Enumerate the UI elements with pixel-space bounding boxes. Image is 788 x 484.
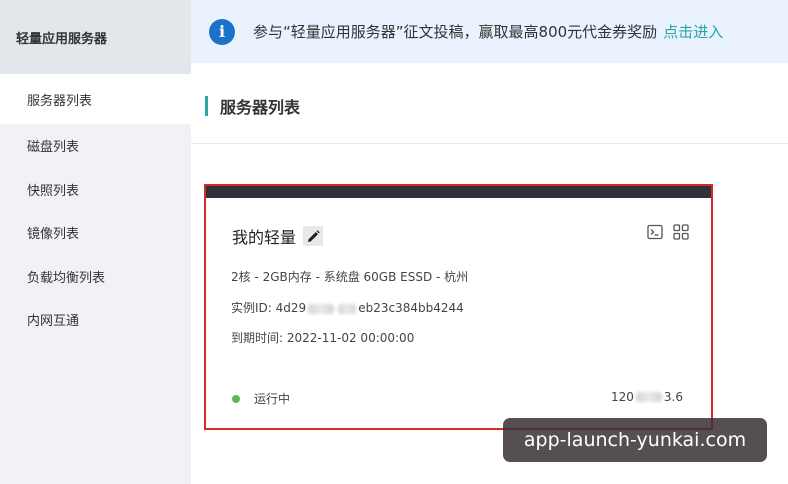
server-name: 我的轻量 [232, 228, 297, 247]
server-card[interactable]: 我的轻量 2核 - 2GB内存 - 系统盘 60GB ESSD - 杭州 实例I… [204, 184, 713, 430]
status-text: 运行中 [254, 392, 291, 406]
redacted-block [338, 303, 357, 314]
sidebar: 轻量应用服务器 服务器列表 磁盘列表 快照列表 镜像列表 负载均衡列表 内网互通 [0, 0, 191, 484]
heading-accent-bar [205, 96, 208, 116]
expire-value: 2022-11-02 00:00:00 [286, 331, 415, 345]
instance-id-suffix: eb23c384bb4244 [358, 301, 464, 315]
instance-id-prefix: 4d29 [275, 301, 307, 315]
notice-link[interactable]: 点击进入 [663, 21, 723, 42]
sidebar-item-label: 快照列表 [27, 183, 80, 199]
ip-prefix: 120 [611, 390, 634, 404]
sidebar-item-intranet[interactable]: 内网互通 [0, 298, 191, 342]
sidebar-item-label: 内网互通 [27, 314, 80, 330]
server-spec: 2核 - 2GB内存 - 系统盘 60GB ESSD - 杭州 [231, 270, 469, 284]
instance-id-row: 实例ID: 4d29 eb23c384bb4244 [231, 299, 464, 316]
edit-icon[interactable] [303, 226, 324, 246]
sidebar-item-label: 镜像列表 [27, 227, 80, 243]
notice-text: 参与“轻量应用服务器”征文投稿，赢取最高800元代金券奖励 [253, 23, 658, 41]
page-title: 服务器列表 [220, 98, 301, 117]
watermark: app-launch-yunkai.com [503, 418, 767, 462]
redacted-block [635, 392, 662, 402]
expire-label: 到期时间: [231, 331, 284, 345]
card-top-bar [206, 186, 711, 198]
server-name-row: 我的轻量 [232, 224, 324, 248]
instance-id-label: 实例ID: [231, 301, 272, 315]
sidebar-item-images[interactable]: 镜像列表 [0, 211, 191, 255]
notice-banner: i 参与“轻量应用服务器”征文投稿，赢取最高800元代金券奖励 点击进入 [191, 0, 788, 63]
ip-suffix: 3.6 [663, 390, 683, 404]
sidebar-item-disks[interactable]: 磁盘列表 [0, 124, 191, 168]
sidebar-item-snapshots[interactable]: 快照列表 [0, 168, 191, 212]
info-icon: i [209, 18, 235, 45]
status: 运行中 [232, 390, 290, 407]
public-ip[interactable]: 120 3.6 [611, 390, 683, 404]
sidebar-item-label: 磁盘列表 [27, 140, 80, 156]
grid-menu-icon[interactable] [673, 224, 689, 240]
redacted-block [308, 303, 335, 314]
sidebar-title: 轻量应用服务器 [0, 0, 191, 74]
sidebar-item-servers[interactable]: 服务器列表 [0, 74, 191, 124]
sidebar-item-label: 负载均衡列表 [27, 270, 106, 286]
sidebar-item-load-balancers[interactable]: 负载均衡列表 [0, 255, 191, 299]
status-dot-icon [232, 394, 240, 403]
page-heading: 服务器列表 [205, 95, 300, 117]
sidebar-item-label: 服务器列表 [27, 93, 93, 109]
expire-row: 到期时间: 2022-11-02 00:00:00 [231, 329, 414, 346]
divider [191, 143, 788, 144]
card-actions [647, 224, 689, 240]
terminal-icon[interactable] [647, 224, 663, 240]
